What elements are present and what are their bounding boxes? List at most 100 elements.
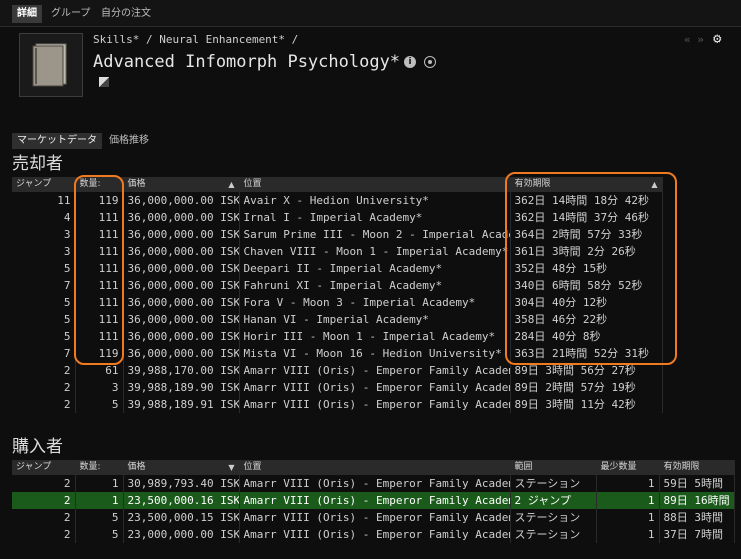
history-nav-arrows[interactable]: « » <box>684 33 704 46</box>
skill-level-icon <box>99 77 109 87</box>
location-cell: Fora V - Moon 3 - Imperial Academy* <box>239 294 511 311</box>
table-row[interactable]: 11 119 36,000,000.00 ISK Avair X - Hedion U… <box>12 192 663 209</box>
quantity-cell: 119 <box>75 345 124 362</box>
quantity-cell: 111 <box>75 311 124 328</box>
table-row[interactable]: 7 119 36,000,000.00 ISK Mista VI - Moon 16 … <box>12 345 663 362</box>
quantity-cell: 111 <box>75 243 124 260</box>
location-cell: Amarr VIII (Oris) - Emperor Family Acade… <box>239 475 511 492</box>
table-row[interactable]: 2 1 30,989,793.40 ISK Amarr VIII (Oris) - E… <box>12 475 735 492</box>
col-jumps[interactable]: ジャンプ <box>12 460 76 475</box>
col-jumps[interactable]: ジャンプ <box>12 177 76 192</box>
jumps-cell: 5 <box>12 328 76 345</box>
col-location[interactable]: 位置 <box>239 460 511 475</box>
quantity-cell: 3 <box>75 379 124 396</box>
table-row[interactable]: 2 5 23,000,000.00 ISK Amarr VIII (Oris) - E… <box>12 526 735 543</box>
jumps-cell: 5 <box>12 294 76 311</box>
tab-price-history[interactable]: 価格推移 <box>104 133 154 149</box>
location-cell: Irnal I - Imperial Academy* <box>239 209 511 226</box>
table-row[interactable]: 5 111 36,000,000.00 ISK Fora V - Moon 3 - I… <box>12 294 663 311</box>
quantity-cell: 61 <box>75 362 124 379</box>
location-cell: Amarr VIII (Oris) - Emperor Family Acade… <box>239 362 511 379</box>
buyers-header-row: ジャンプ 数量: 価格 ▼ 位置 範囲 最少数量 有効期限 <box>12 460 735 475</box>
quantity-cell: 5 <box>75 526 124 543</box>
location-cell: Avair X - Hedion University* <box>239 192 511 209</box>
expires-cell: 362日 14時間 18分 42秒 <box>510 192 663 209</box>
col-location[interactable]: 位置 <box>239 177 511 192</box>
tab-my-orders[interactable]: 自分の注文 <box>96 5 156 23</box>
info-icon[interactable]: i <box>404 56 416 68</box>
expires-cell: 88日 3時間 <box>659 509 735 526</box>
location-cell: Amarr VIII (Oris) - Emperor Family Acade… <box>239 509 511 526</box>
tab-details[interactable]: 詳細 <box>12 5 42 23</box>
sellers-title: 売却者 <box>12 154 63 174</box>
jumps-cell: 2 <box>12 492 76 509</box>
table-row[interactable]: 2 61 39,988,170.00 ISK Amarr VIII (Oris) - … <box>12 362 663 379</box>
expires-cell: 362日 14時間 37分 46秒 <box>510 209 663 226</box>
location-cell: Fahruni XI - Imperial Academy* <box>239 277 511 294</box>
price-cell: 39,988,189.90 ISK <box>123 379 240 396</box>
gear-icon[interactable]: ⚙ <box>713 31 721 47</box>
buyers-table: ジャンプ 数量: 価格 ▼ 位置 範囲 最少数量 有効期限 2 1 30,989,79… <box>12 460 735 543</box>
expires-cell: 89日 3時間 56分 27秒 <box>510 362 663 379</box>
table-row[interactable]: 4 111 36,000,000.00 ISK Irnal I - Imperial … <box>12 209 663 226</box>
location-cell: Horir III - Moon 1 - Imperial Academy* <box>239 328 511 345</box>
sellers-table: ジャンプ 数量: 価格 ▲ 位置 有効期限 ▲ 11 119 36,000,000.00… <box>12 177 663 413</box>
col-range[interactable]: 範囲 <box>510 460 597 475</box>
expires-cell: 352日 48分 15秒 <box>510 260 663 277</box>
col-expires[interactable]: 有効期限 ▲ <box>510 177 663 192</box>
sort-arrow-icon: ▲ <box>228 180 235 189</box>
tab-group[interactable]: グループ <box>46 5 95 23</box>
table-row[interactable]: 7 111 36,000,000.00 ISK Fahruni XI - Imperi… <box>12 277 663 294</box>
price-cell: 23,000,000.00 ISK <box>123 526 240 543</box>
quantity-cell: 1 <box>75 475 124 492</box>
price-cell: 36,000,000.00 ISK <box>123 243 240 260</box>
col-min-volume[interactable]: 最少数量 <box>596 460 660 475</box>
price-cell: 36,000,000.00 ISK <box>123 294 240 311</box>
min-volume-cell: 1 <box>596 475 660 492</box>
table-row[interactable]: 5 111 36,000,000.00 ISK Hanan VI - Imperial… <box>12 311 663 328</box>
jumps-cell: 2 <box>12 526 76 543</box>
breadcrumb[interactable]: Skills* / Neural Enhancement* / <box>93 33 298 46</box>
col-price[interactable]: 価格 ▲ <box>123 177 240 192</box>
price-cell: 36,000,000.00 ISK <box>123 345 240 362</box>
table-row-selected[interactable]: 2 1 23,500,000.16 ISK Amarr VIII (Oris) - E… <box>12 492 735 509</box>
location-cell: Sarum Prime III - Moon 2 - Imperial Acad… <box>239 226 511 243</box>
tab-market-data[interactable]: マーケットデータ <box>12 133 102 149</box>
top-tab-bar: 詳細 グループ 自分の注文 <box>0 0 741 27</box>
col-expires[interactable]: 有効期限 <box>659 460 735 475</box>
table-row[interactable]: 5 111 36,000,000.00 ISK Horir III - Moon 1 … <box>12 328 663 345</box>
target-icon[interactable] <box>424 56 436 68</box>
jumps-cell: 7 <box>12 277 76 294</box>
location-cell: Amarr VIII (Oris) - Emperor Family Acade… <box>239 526 511 543</box>
table-row[interactable]: 3 111 36,000,000.00 ISK Sarum Prime III - M… <box>12 226 663 243</box>
price-cell: 36,000,000.00 ISK <box>123 311 240 328</box>
location-cell: Chaven VIII - Moon 1 - Imperial Academy* <box>239 243 511 260</box>
expires-cell: 284日 40分 8秒 <box>510 328 663 345</box>
jumps-cell: 3 <box>12 226 76 243</box>
min-volume-cell: 1 <box>596 509 660 526</box>
expires-cell: 364日 2時間 57分 33秒 <box>510 226 663 243</box>
col-price[interactable]: 価格 ▼ <box>123 460 240 475</box>
table-row[interactable]: 2 5 39,988,189.91 ISK Amarr VIII (Oris) - E… <box>12 396 663 413</box>
range-cell: ステーション <box>510 509 597 526</box>
location-cell: Amarr VIII (Oris) - Emperor Family Acade… <box>239 492 511 509</box>
table-row[interactable]: 3 111 36,000,000.00 ISK Chaven VIII - Moon … <box>12 243 663 260</box>
expires-cell: 340日 6時間 58分 52秒 <box>510 277 663 294</box>
quantity-cell: 5 <box>75 396 124 413</box>
min-volume-cell: 1 <box>596 492 660 509</box>
quantity-cell: 111 <box>75 226 124 243</box>
col-quantity[interactable]: 数量: <box>75 460 124 475</box>
price-cell: 30,989,793.40 ISK <box>123 475 240 492</box>
table-row[interactable]: 2 5 23,500,000.15 ISK Amarr VIII (Oris) - E… <box>12 509 735 526</box>
jumps-cell: 5 <box>12 311 76 328</box>
table-row[interactable]: 5 111 36,000,000.00 ISK Deepari II - Imperi… <box>12 260 663 277</box>
price-cell: 36,000,000.00 ISK <box>123 328 240 345</box>
expires-cell: 89日 16時間 <box>659 492 735 509</box>
price-cell: 23,500,000.16 ISK <box>123 492 240 509</box>
expires-cell: 89日 2時間 57分 19秒 <box>510 379 663 396</box>
table-row[interactable]: 2 3 39,988,189.90 ISK Amarr VIII (Oris) - E… <box>12 379 663 396</box>
col-quantity[interactable]: 数量: <box>75 177 124 192</box>
jumps-cell: 11 <box>12 192 76 209</box>
jumps-cell: 4 <box>12 209 76 226</box>
jumps-cell: 2 <box>12 362 76 379</box>
